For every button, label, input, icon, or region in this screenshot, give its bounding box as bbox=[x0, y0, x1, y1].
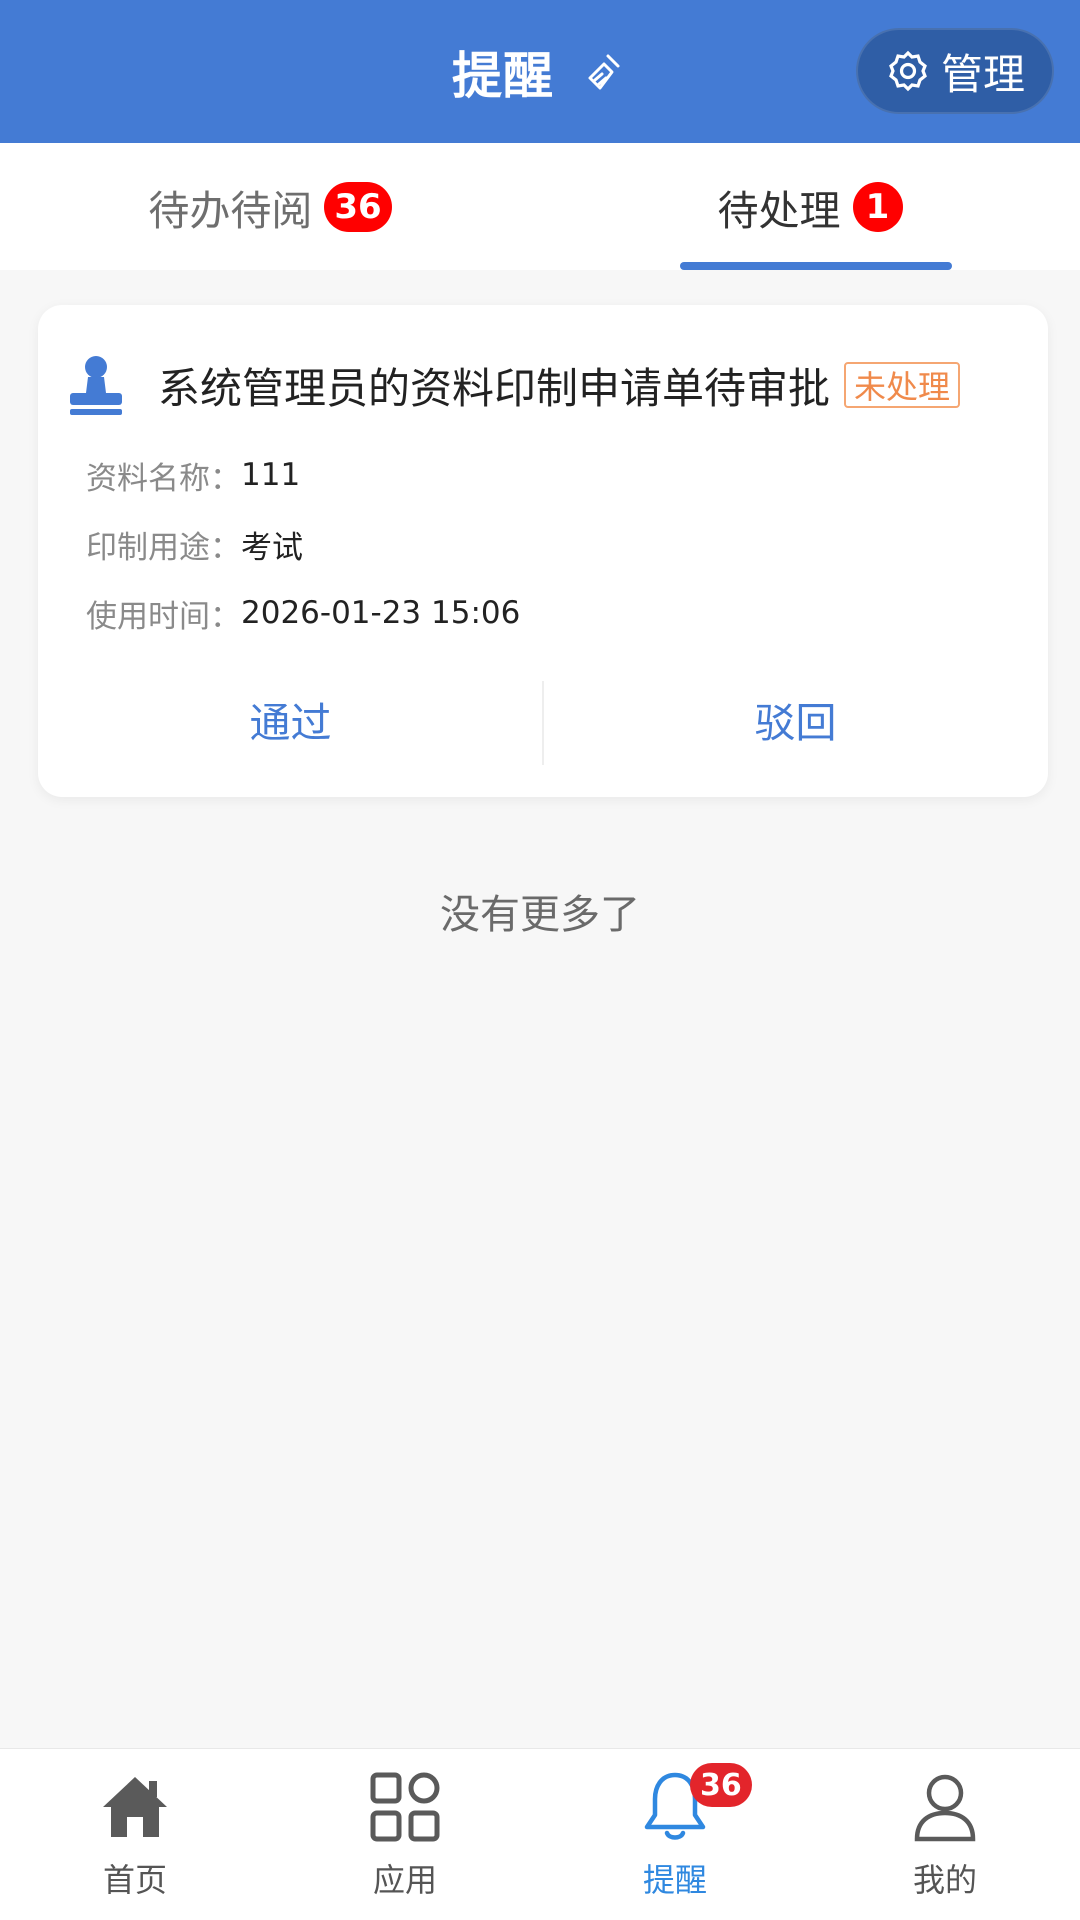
nav-item-me[interactable]: 我的 bbox=[810, 1749, 1080, 1920]
nav-label: 首页 bbox=[102, 1861, 167, 1899]
gear-icon bbox=[885, 48, 931, 94]
approve-button[interactable]: 通过 bbox=[38, 673, 543, 765]
field-print-purpose: 印制用途： 考试 bbox=[86, 522, 303, 566]
field-label: 使用时间： bbox=[86, 598, 241, 635]
nav-label: 我的 bbox=[912, 1861, 977, 1899]
user-icon bbox=[907, 1769, 983, 1845]
tab-label: 待处理 bbox=[717, 186, 841, 235]
field-use-time: 使用时间： 2026-01-23 15:06 bbox=[86, 591, 520, 635]
page-title: 提醒 bbox=[452, 46, 554, 105]
header-bar: 提醒 管理 bbox=[0, 0, 1080, 143]
tab-badge: 1 bbox=[852, 181, 903, 232]
approval-card[interactable]: 系统管理员的资料印制申请单待审批 未处理 资料名称： 111 印制用途： 考试 … bbox=[38, 305, 1048, 797]
nav-label: 提醒 bbox=[642, 1861, 707, 1899]
tab-bar: 待办待阅 36 待处理 1 bbox=[0, 143, 1080, 270]
field-label: 资料名称： bbox=[86, 460, 241, 497]
tab-label: 待办待阅 bbox=[148, 186, 313, 235]
tab-active-indicator bbox=[680, 262, 952, 270]
reject-button[interactable]: 驳回 bbox=[543, 673, 1048, 765]
field-value: 考试 bbox=[241, 529, 303, 566]
card-title: 系统管理员的资料印制申请单待审批 bbox=[158, 363, 831, 413]
list-end-text: 没有更多了 bbox=[440, 892, 640, 938]
field-label: 印制用途： bbox=[86, 529, 241, 566]
field-value: 111 bbox=[241, 457, 301, 493]
nav-item-apps[interactable]: 应用 bbox=[270, 1749, 540, 1920]
stamp-icon bbox=[66, 353, 126, 417]
status-badge: 未处理 bbox=[844, 362, 961, 408]
tab-todo-read[interactable]: 待办待阅 36 bbox=[0, 143, 540, 270]
broom-icon[interactable] bbox=[580, 48, 628, 96]
bottom-nav: 首页 应用 提醒 36 我的 bbox=[0, 1748, 1080, 1920]
card-actions: 通过 驳回 bbox=[38, 673, 1048, 765]
field-value: 2026-01-23 15:06 bbox=[241, 595, 521, 631]
tab-badge: 36 bbox=[324, 181, 392, 232]
tab-pending[interactable]: 待处理 1 bbox=[540, 143, 1080, 270]
field-material-name: 资料名称： 111 bbox=[86, 453, 300, 497]
apps-grid-icon bbox=[367, 1769, 443, 1845]
nav-label: 应用 bbox=[372, 1861, 437, 1899]
card-header: 系统管理员的资料印制申请单待审批 未处理 bbox=[58, 345, 1022, 425]
action-divider bbox=[542, 681, 544, 765]
manage-button[interactable]: 管理 bbox=[856, 28, 1054, 114]
nav-badge: 36 bbox=[690, 1763, 752, 1807]
home-icon bbox=[97, 1769, 173, 1845]
nav-item-home[interactable]: 首页 bbox=[0, 1749, 270, 1920]
nav-item-reminders[interactable]: 提醒 36 bbox=[540, 1749, 810, 1920]
manage-label: 管理 bbox=[940, 49, 1025, 99]
app-root: 提醒 管理 待办待阅 36 待处理 1 系统管理员的资料印制申请单待审批 未处理… bbox=[0, 0, 1080, 1920]
